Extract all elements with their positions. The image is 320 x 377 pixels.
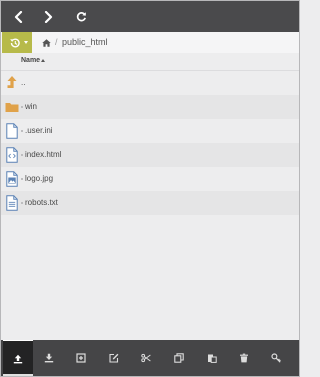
breadcrumb-path[interactable]: public_html [62,35,108,50]
edit-button[interactable] [99,340,129,376]
name-marker [21,130,23,132]
list-item[interactable]: logo.jpg [1,167,299,191]
upload-button[interactable] [3,340,33,376]
list-item[interactable]: index.html [1,143,299,167]
file-name: .user.ini [25,126,53,135]
file-name: logo.jpg [25,174,54,183]
list-header: Name [1,53,299,71]
breadcrumb-separator: / [55,37,58,47]
name-marker [21,202,23,204]
file-manager-window: / public_html Name .. win .user.ini inde… [0,0,300,377]
refresh-button[interactable] [67,1,95,32]
edit-icon [109,353,119,363]
download-button[interactable] [34,340,64,376]
chevron-right-icon [44,10,53,23]
list-item[interactable]: robots.txt [1,191,299,215]
forward-button[interactable] [34,1,62,32]
permissions-button[interactable] [261,340,291,376]
top-nav-bar [1,1,299,32]
name-column-header[interactable]: Name [21,57,40,64]
file-icon [6,123,18,139]
history-button[interactable] [2,32,32,53]
list-item[interactable]: win [1,95,299,119]
file-name: win [25,102,38,111]
folder-icon [5,103,19,112]
name-marker [21,106,23,108]
file-name: index.html [25,150,62,159]
list-item[interactable]: .user.ini [1,119,299,143]
name-marker [21,154,23,156]
sort-ascending-icon [41,59,45,62]
home-icon [41,38,51,47]
paste-icon [208,354,217,363]
home-crumb[interactable] [40,32,52,53]
code-file-icon [6,147,18,163]
breadcrumb: / public_html [1,32,299,54]
history-icon [9,38,20,48]
paste-button[interactable] [197,340,227,376]
file-list: .. win .user.ini index.html logo.jpg rob… [1,71,299,215]
cut-button[interactable] [131,340,161,376]
bottom-toolbar [1,340,299,376]
cut-icon [141,353,151,363]
file-name: .. [21,78,26,87]
copy-icon [174,353,184,363]
key-icon [271,353,281,363]
up-arrow-icon [7,76,17,88]
add-icon [76,353,86,363]
text-file-icon [6,195,18,211]
trash-icon [240,353,248,363]
refresh-icon [76,12,86,22]
chevron-down-icon [24,41,28,44]
list-item[interactable]: .. [1,71,299,95]
chevron-left-icon [14,10,23,23]
delete-button[interactable] [229,340,259,376]
copy-button[interactable] [164,340,194,376]
image-file-icon [6,171,18,187]
upload-icon [13,354,23,363]
name-marker [21,178,23,180]
download-icon [44,353,54,363]
file-name: robots.txt [25,198,58,207]
new-button[interactable] [66,340,96,376]
back-button[interactable] [5,1,33,32]
